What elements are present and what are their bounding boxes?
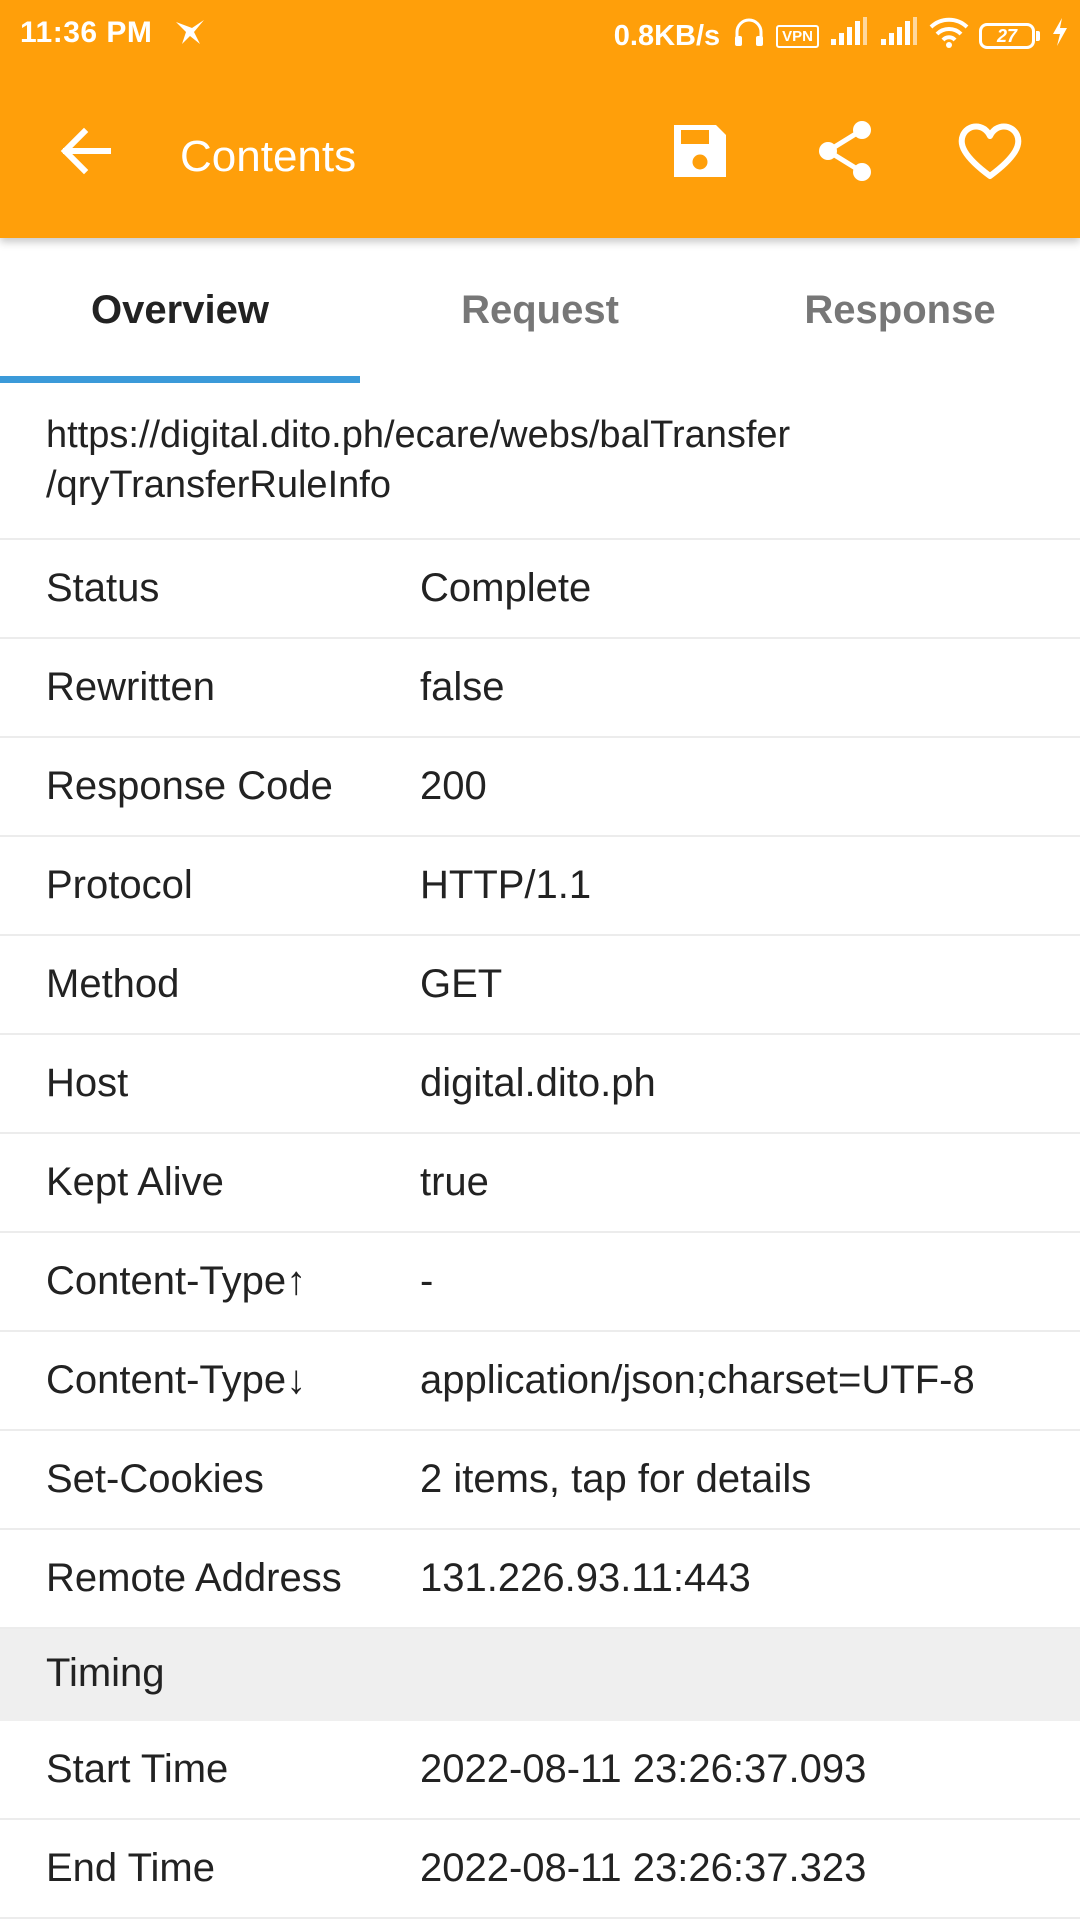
row-value: 200 bbox=[420, 764, 487, 808]
tab-overview[interactable]: Overview bbox=[0, 238, 360, 383]
signal-icon-2 bbox=[879, 17, 919, 55]
request-url[interactable]: https://digital.dito.ph/ecare/webs/balTr… bbox=[46, 410, 1046, 510]
row-key: Status bbox=[46, 566, 160, 610]
save-button[interactable] bbox=[665, 116, 735, 186]
wifi-icon bbox=[929, 16, 969, 56]
row-value: digital.dito.ph bbox=[420, 1061, 656, 1105]
row-value: 2022-08-11 23:26:37.093 bbox=[420, 1747, 867, 1791]
status-bar: 11:36 PM 0.8KB/s VPN 27 bbox=[0, 0, 1080, 72]
row-key: Set-Cookies bbox=[46, 1457, 264, 1501]
list-item[interactable]: Response Code 200 bbox=[0, 736, 1080, 835]
row-value: true bbox=[420, 1160, 489, 1204]
list-item[interactable]: Protocol HTTP/1.1 bbox=[0, 835, 1080, 934]
row-value: 2022-08-11 23:26:37.323 bbox=[420, 1846, 867, 1890]
favorite-button[interactable] bbox=[955, 116, 1025, 186]
back-arrow-icon bbox=[60, 127, 111, 175]
list-item[interactable]: Kept Alive true bbox=[0, 1132, 1080, 1231]
row-key: Response Code bbox=[46, 764, 333, 808]
tab-request[interactable]: Request bbox=[360, 238, 720, 383]
row-key: Method bbox=[46, 962, 180, 1006]
row-value: false bbox=[420, 665, 505, 709]
share-button[interactable] bbox=[810, 116, 880, 186]
list-item[interactable]: End Time 2022-08-11 23:26:37.323 bbox=[0, 1818, 1080, 1919]
list-item[interactable]: Start Time 2022-08-11 23:26:37.093 bbox=[0, 1721, 1080, 1818]
heart-icon bbox=[958, 123, 1022, 179]
row-value: GET bbox=[420, 962, 503, 1006]
status-indicators: 0.8KB/s VPN 27 bbox=[614, 14, 1070, 58]
row-value: Complete bbox=[420, 566, 592, 610]
list-item[interactable]: Content-Type↑ - bbox=[0, 1231, 1080, 1330]
vpn-badge: VPN bbox=[776, 24, 819, 48]
battery-icon: 27 bbox=[979, 23, 1040, 49]
headphones-icon bbox=[732, 15, 766, 57]
row-key: Host bbox=[46, 1061, 129, 1105]
row-value: 131.226.93.11:443 bbox=[420, 1556, 751, 1600]
section-title: Timing bbox=[46, 1651, 165, 1695]
row-value: application/json;charset=UTF-8 bbox=[420, 1358, 975, 1402]
timing-section-header: Timing bbox=[0, 1627, 1080, 1721]
row-value: HTTP/1.1 bbox=[420, 863, 592, 907]
page-title: Contents bbox=[180, 132, 357, 181]
status-time: 11:36 PM bbox=[20, 16, 153, 49]
row-key: Remote Address bbox=[46, 1556, 342, 1600]
save-icon bbox=[674, 125, 726, 177]
overview-list: Status Complete Rewritten false Response C… bbox=[0, 538, 1080, 1919]
back-button[interactable] bbox=[50, 116, 120, 186]
toolbar: Contents bbox=[0, 72, 1080, 238]
row-value: - bbox=[420, 1259, 434, 1303]
charging-icon bbox=[1050, 16, 1070, 56]
url-line-2: /qryTransferRuleInfo bbox=[46, 464, 391, 506]
list-item[interactable]: Content-Type↓ application/json;charset=UT… bbox=[0, 1330, 1080, 1429]
row-key: Start Time bbox=[46, 1747, 229, 1791]
row-key: End Time bbox=[46, 1846, 215, 1890]
tab-bar: Overview Request Response bbox=[0, 238, 1080, 383]
row-key: Content-Type↑ bbox=[46, 1259, 307, 1303]
list-item[interactable]: Rewritten false bbox=[0, 637, 1080, 736]
share-icon bbox=[819, 121, 871, 181]
app-bar: 11:36 PM 0.8KB/s VPN 27 Contents bbox=[0, 0, 1080, 238]
row-key: Content-Type↓ bbox=[46, 1358, 307, 1402]
tab-response[interactable]: Response bbox=[720, 238, 1080, 383]
row-key: Rewritten bbox=[46, 665, 215, 709]
tab-indicator bbox=[0, 376, 360, 383]
bird-notification-icon bbox=[172, 14, 208, 58]
list-item[interactable]: Host digital.dito.ph bbox=[0, 1033, 1080, 1132]
list-item[interactable]: Remote Address 131.226.93.11:443 bbox=[0, 1528, 1080, 1627]
row-key: Kept Alive bbox=[46, 1160, 224, 1204]
row-value: 2 items, tap for details bbox=[420, 1457, 812, 1501]
signal-icon bbox=[829, 17, 869, 55]
set-cookies-row[interactable]: Set-Cookies 2 items, tap for details bbox=[0, 1429, 1080, 1528]
row-key: Protocol bbox=[46, 863, 193, 907]
network-speed: 0.8KB/s bbox=[613, 19, 721, 52]
url-line-1: https://digital.dito.ph/ecare/webs/balTr… bbox=[46, 414, 791, 456]
list-item[interactable]: Method GET bbox=[0, 934, 1080, 1033]
battery-level: 27 bbox=[979, 23, 1035, 49]
list-item[interactable]: Status Complete bbox=[0, 538, 1080, 637]
